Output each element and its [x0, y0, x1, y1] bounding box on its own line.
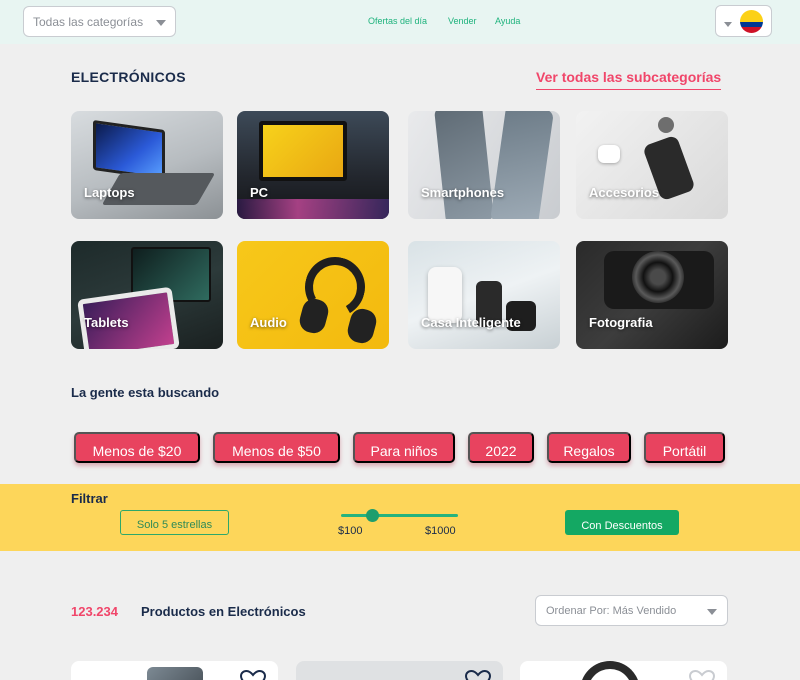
product-card[interactable]	[71, 661, 278, 680]
category-card-fotografia[interactable]: Fotografia	[576, 241, 728, 349]
category-label: Laptops	[84, 185, 135, 200]
nav-help-link[interactable]: Ayuda	[495, 16, 520, 26]
search-pill-gifts[interactable]: Regalos	[547, 432, 631, 463]
category-card-audio[interactable]: Audio	[237, 241, 389, 349]
category-label: Casa Inteligente	[421, 315, 521, 330]
category-card-tablets[interactable]: Tablets	[71, 241, 223, 349]
category-card-smartphones[interactable]: Smartphones	[408, 111, 560, 219]
heart-icon[interactable]	[239, 669, 267, 680]
colombia-flag-icon	[740, 10, 763, 33]
price-slider-handle[interactable]	[366, 509, 379, 522]
category-card-laptops[interactable]: Laptops	[71, 111, 223, 219]
search-pill-2022[interactable]: 2022	[468, 432, 534, 463]
camera-lens-image	[632, 251, 684, 303]
laptop-image	[93, 119, 165, 181]
product-image	[147, 667, 203, 680]
product-card[interactable]	[296, 661, 503, 680]
monitor-image	[259, 121, 347, 181]
sort-select[interactable]: Ordenar Por: Más Vendido	[535, 595, 728, 626]
price-min-label: $100	[338, 525, 363, 537]
category-label: Smartphones	[421, 185, 505, 200]
phone-image	[490, 111, 554, 219]
category-select-label: Todas las categorías	[33, 15, 144, 29]
five-stars-filter-button[interactable]: Solo 5 estrellas	[120, 510, 229, 535]
category-label: Fotografia	[589, 315, 653, 330]
category-label: Audio	[250, 315, 287, 330]
desk-lights-image	[237, 199, 389, 219]
category-label: Tablets	[84, 315, 129, 330]
category-select[interactable]: Todas las categorías	[23, 6, 176, 37]
discount-filter-button[interactable]: Con Descuentos	[565, 510, 679, 535]
category-label: PC	[250, 185, 269, 200]
category-card-casa-inteligente[interactable]: Casa Inteligente	[408, 241, 560, 349]
nav-deals-link[interactable]: Ofertas del día	[368, 16, 427, 26]
see-all-subcategories-link[interactable]: Ver todas las subcategorías	[536, 69, 722, 90]
category-label: Accesorios	[589, 185, 660, 200]
category-card-pc[interactable]: PC	[237, 111, 389, 219]
country-select[interactable]	[715, 5, 772, 37]
section-title: ELECTRÓNICOS	[71, 69, 186, 85]
category-card-accesorios[interactable]: Accesorios	[576, 111, 728, 219]
search-pill-laptop[interactable]: Portátil	[644, 432, 725, 463]
results-count: 123.234	[71, 604, 118, 619]
product-card[interactable]	[520, 661, 727, 680]
sort-select-label: Ordenar Por: Más Vendido	[546, 605, 677, 617]
chevron-down-icon	[156, 20, 166, 26]
filter-title: Filtrar	[71, 491, 108, 506]
results-label: Productos en Electrónicos	[141, 604, 306, 619]
price-max-label: $1000	[425, 525, 456, 537]
chevron-down-icon	[707, 609, 717, 615]
popular-searches-title: La gente esta buscando	[71, 385, 220, 400]
earbuds-image	[598, 145, 620, 163]
chevron-down-icon	[724, 22, 732, 27]
nav-sell-link[interactable]: Vender	[448, 16, 477, 26]
search-pill-under-50[interactable]: Menos de $50	[213, 432, 340, 463]
phone-image	[433, 111, 495, 219]
price-slider-track[interactable]	[341, 514, 458, 517]
search-pill-kids[interactable]: Para niños	[353, 432, 455, 463]
watch-image	[658, 117, 674, 133]
heart-icon[interactable]	[464, 669, 492, 680]
heart-icon[interactable]	[688, 669, 716, 680]
product-image	[580, 661, 640, 680]
search-pill-under-20[interactable]: Menos de $20	[74, 432, 200, 463]
